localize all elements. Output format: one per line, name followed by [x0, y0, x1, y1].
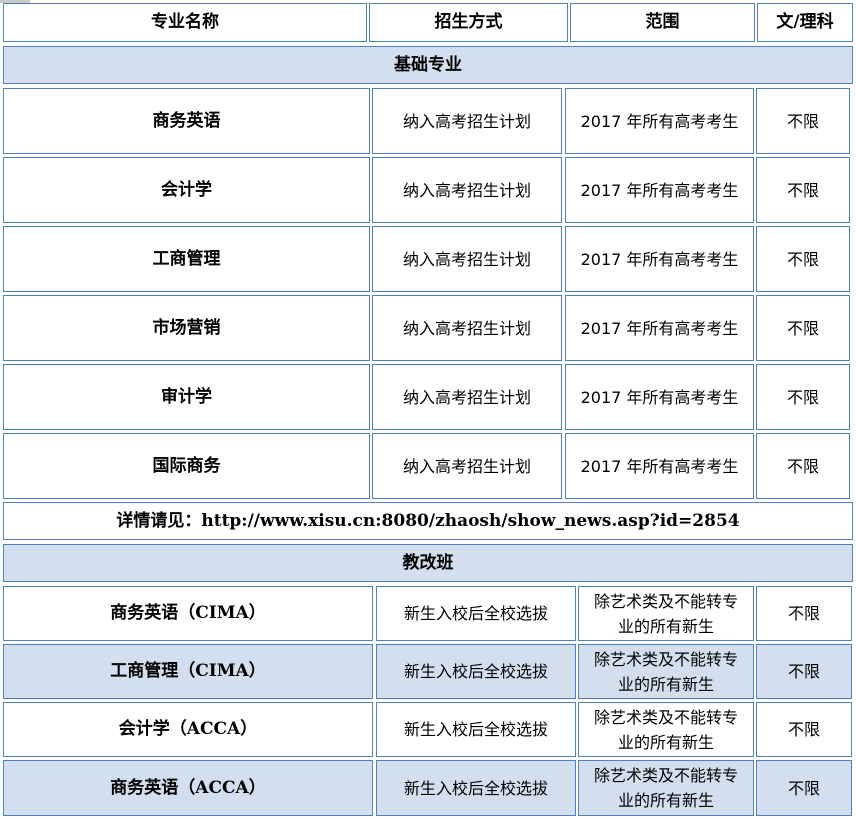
enrollment-method: 纳入高考招生计划	[372, 433, 562, 499]
major-name: 商务英语	[3, 88, 370, 154]
enrollment-method: 纳入高考招生计划	[372, 157, 562, 223]
scope: 2017 年所有高考考生	[565, 295, 754, 361]
header-major-name: 专业名称	[3, 3, 367, 42]
scope: 除艺术类及不能转专业的所有新生	[578, 702, 754, 757]
arts-science: 不限	[756, 760, 852, 816]
scope: 除艺术类及不能转专业的所有新生	[578, 644, 754, 699]
arts-science: 不限	[756, 702, 852, 757]
major-name: 审计学	[3, 364, 370, 430]
header-scope: 范围	[570, 3, 755, 42]
details-link-text: 详情请见：http://www.xisu.cn:8080/zhaosh/show…	[3, 502, 853, 540]
arts-science: 不限	[756, 157, 850, 223]
header-arts-science: 文/理科	[757, 3, 853, 42]
major-name: 国际商务	[3, 433, 370, 499]
arts-science: 不限	[756, 644, 852, 699]
enrollment-method: 纳入高考招生计划	[372, 226, 562, 292]
header-enrollment-method: 招生方式	[369, 3, 568, 42]
scope: 2017 年所有高考考生	[565, 364, 754, 430]
arts-science: 不限	[756, 226, 850, 292]
scope: 2017 年所有高考考生	[565, 157, 754, 223]
scope: 2017 年所有高考考生	[565, 88, 754, 154]
major-name: 商务英语（CIMA）	[3, 586, 373, 641]
major-name: 会计学	[3, 157, 370, 223]
major-name: 商务英语（ACCA）	[3, 760, 373, 816]
scope: 除艺术类及不能转专业的所有新生	[578, 586, 754, 641]
section-title-basic: 基础专业	[3, 46, 853, 84]
enrollment-method: 纳入高考招生计划	[372, 364, 562, 430]
enrollment-method: 新生入校后全校选拔	[376, 644, 576, 699]
major-name: 工商管理（CIMA）	[3, 644, 373, 699]
arts-science: 不限	[756, 364, 850, 430]
major-name: 工商管理	[3, 226, 370, 292]
scope: 除艺术类及不能转专业的所有新生	[578, 760, 754, 816]
enrollment-method: 新生入校后全校选拔	[376, 702, 576, 757]
arts-science: 不限	[756, 586, 852, 641]
enrollment-table: 专业名称 招生方式 范围 文/理科 基础专业 商务英语 纳入高考招生计划 201…	[0, 0, 856, 818]
scope: 2017 年所有高考考生	[565, 433, 754, 499]
major-name: 会计学（ACCA）	[3, 702, 373, 757]
enrollment-method: 纳入高考招生计划	[372, 88, 562, 154]
enrollment-method: 纳入高考招生计划	[372, 295, 562, 361]
arts-science: 不限	[756, 433, 850, 499]
enrollment-method: 新生入校后全校选拔	[376, 760, 576, 816]
enrollment-method: 新生入校后全校选拔	[376, 586, 576, 641]
arts-science: 不限	[756, 295, 850, 361]
section-title-reform: 教改班	[3, 544, 853, 582]
arts-science: 不限	[756, 88, 850, 154]
major-name: 市场营销	[3, 295, 370, 361]
scope: 2017 年所有高考考生	[565, 226, 754, 292]
